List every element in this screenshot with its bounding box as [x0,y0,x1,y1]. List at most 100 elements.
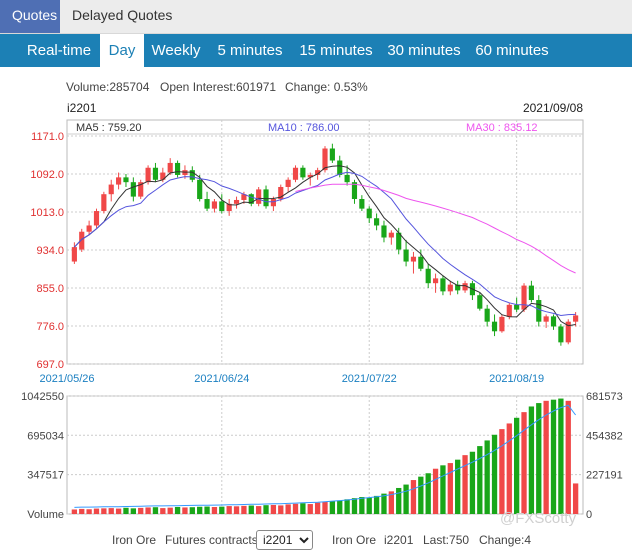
candle-body [344,174,350,183]
summary-symbol: i2201 [384,533,414,547]
volume-bar [396,487,402,514]
volume-bar [219,506,225,514]
volume-bar [477,446,483,514]
tab-30-minutes[interactable]: 30 minutes [382,34,466,67]
candle-body [388,232,394,238]
volume-bar [263,505,269,514]
candle-body [300,167,306,178]
futures-contracts-label: Futures contracts [165,533,258,547]
candle-body [403,249,409,262]
volume-axis-label: 347517 [27,470,64,482]
volume-bar [189,507,195,514]
contract-bar: Iron Ore Futures contracts i2201 Iron Or… [0,528,632,552]
volume-bar [550,399,557,514]
tab-day[interactable]: Day [100,34,144,67]
volume-bar [108,508,114,514]
price-axis-label: 697.0 [36,359,64,371]
candle-body [418,256,424,269]
candle-body [447,284,453,292]
volume-bar [462,455,468,514]
candle-body [93,211,100,226]
volume-bar [440,465,446,514]
oi-axis-label: 0 [586,509,592,521]
tab-15-minutes[interactable]: 15 minutes [294,34,378,67]
candle-body [499,316,505,332]
volume-bar [86,509,92,514]
tab-weekly[interactable]: Weekly [144,34,208,67]
volume-bar [484,440,490,514]
date-axis-label: 2021/08/19 [489,373,544,385]
volume-bar [432,468,439,514]
candle-body [573,315,579,322]
volume-bar [270,504,277,514]
watermark: @FXScotty [500,510,577,527]
volume-bar [337,500,343,514]
tab-delayed-quotes[interactable]: Delayed Quotes [60,0,190,33]
tab-real-time[interactable]: Real-time [18,34,100,67]
candle-body [86,225,92,232]
candle-body [270,199,276,207]
tab-60-minutes[interactable]: 60 minutes [470,34,554,67]
candle-body [174,162,181,175]
candle-body [71,247,77,262]
volume-bar [211,506,218,514]
volume-bar [491,434,498,514]
candle-body [491,321,498,332]
volume-bar [160,508,166,514]
volume-bar [233,506,240,514]
candle-body [359,199,365,209]
candle-body [167,162,173,173]
chart-symbol: i2201 [67,101,97,115]
ma30-label: MA30 : 835.12 [466,122,538,134]
contract-select[interactable]: i2201 [256,530,313,550]
candle-body [130,182,136,197]
price-axis-label: 934.0 [36,245,64,257]
summary-product: Iron Ore [332,533,377,547]
candle-body [219,201,225,212]
volume-bar [167,507,173,514]
volume-bar [418,476,424,514]
candle-body [550,316,557,327]
volume-bar [329,500,336,514]
candle-body [101,194,107,212]
candle-body [108,184,114,195]
chart-date: 2021/09/08 [523,101,583,115]
price-axis-label: 855.0 [36,283,64,295]
volume-bar [403,484,409,514]
price-axis-label: 1092.0 [30,169,64,181]
volume-panel-frame [66,395,584,515]
candle-body [204,199,210,209]
volume-bar [506,423,512,514]
candle-body [263,189,269,207]
kline-chart[interactable]: i2201 2021/09/08 MA5 : 759.20 MA10 : 786.00… [0,96,632,526]
candle-body [366,208,372,219]
volume-bar [115,508,122,514]
candle-body [337,160,343,175]
volume-axis-label: Volume [27,509,64,521]
volume-bar [226,506,232,514]
volume-bar [410,480,417,514]
ma10-label: MA10 : 786.00 [268,122,340,134]
volume-bar [373,495,380,514]
volume-bar [278,505,284,514]
volume-bar [152,507,159,514]
volume-bar [381,493,387,514]
price-axis-label: 1013.0 [30,207,64,219]
candle-body [256,189,262,204]
date-axis-label: 2021/06/24 [194,373,249,385]
volume-bar [292,503,299,514]
volume-bar [130,508,136,514]
candle-body [197,179,203,200]
tab-5-minutes[interactable]: 5 minutes [210,34,290,67]
volume-bar [314,502,321,514]
volume-bar [322,501,328,514]
tab-quotes[interactable]: Quotes [0,0,60,33]
volume-bar [93,508,100,514]
volume-bar [359,497,365,514]
volume-bar [307,504,313,514]
candle-body [381,225,387,238]
volume-bar [499,429,505,514]
candle-body [536,300,542,322]
last-price: Last:750 [423,533,470,547]
candle-body [521,285,527,310]
